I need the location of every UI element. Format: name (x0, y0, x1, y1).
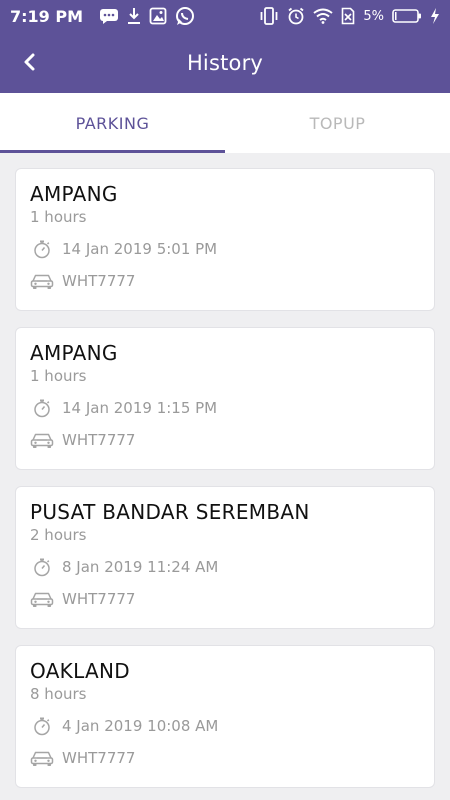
status-bar: 7:19 PM 5% (0, 0, 450, 32)
parking-duration: 8 hours (30, 685, 87, 703)
vehicle-plate: WHT7777 (62, 431, 136, 449)
car-icon (30, 748, 54, 768)
vibrate-icon (259, 7, 279, 25)
datetime-row: 14 Jan 2019 1:15 PM (30, 398, 420, 418)
history-card[interactable]: OAKLAND 8 hours 4 Jan 2019 10:08 AM WHT7… (15, 645, 435, 788)
plate-row: WHT7777 (30, 589, 420, 609)
plate-row: WHT7777 (30, 748, 420, 768)
page-title: History (186, 50, 264, 75)
vehicle-plate: WHT7777 (62, 590, 136, 608)
history-list[interactable]: AMPANG 1 hours 14 Jan 2019 5:01 PM WHT77… (0, 153, 450, 800)
parking-datetime: 14 Jan 2019 5:01 PM (62, 240, 218, 258)
datetime-row: 14 Jan 2019 5:01 PM (30, 239, 420, 259)
location-name: AMPANG (30, 182, 118, 206)
parking-datetime: 14 Jan 2019 1:15 PM (62, 399, 218, 417)
vehicle-plate: WHT7777 (62, 272, 136, 290)
whatsapp-icon (175, 6, 195, 26)
tab-topup-label: TOPUP (309, 113, 366, 133)
download-icon (127, 7, 141, 25)
stopwatch-icon (30, 398, 54, 418)
datetime-row: 8 Jan 2019 11:24 AM (30, 557, 420, 577)
charging-icon (430, 8, 440, 24)
car-icon (30, 271, 54, 291)
status-right: 5% (259, 7, 440, 25)
parking-duration: 1 hours (30, 367, 87, 385)
plate-row: WHT7777 (30, 271, 420, 291)
parking-duration: 2 hours (30, 526, 87, 544)
car-icon (30, 589, 54, 609)
stopwatch-icon (30, 557, 54, 577)
app-bar: History (0, 32, 450, 93)
tab-topup[interactable]: TOPUP (225, 93, 450, 153)
location-name: OAKLAND (30, 659, 130, 683)
parking-duration: 1 hours (30, 208, 87, 226)
sim-off-icon (341, 7, 355, 25)
car-icon (30, 430, 54, 450)
battery-icon (392, 8, 422, 24)
status-left: 7:19 PM (10, 6, 195, 26)
tab-parking[interactable]: PARKING (0, 93, 225, 153)
image-icon (149, 7, 167, 25)
stopwatch-icon (30, 716, 54, 736)
plate-row: WHT7777 (30, 430, 420, 450)
message-icon (99, 8, 119, 24)
parking-datetime: 4 Jan 2019 10:08 AM (62, 717, 219, 735)
location-name: AMPANG (30, 341, 118, 365)
alarm-icon (287, 7, 305, 25)
status-time: 7:19 PM (10, 6, 84, 26)
history-card[interactable]: AMPANG 1 hours 14 Jan 2019 5:01 PM WHT77… (15, 168, 435, 311)
datetime-row: 4 Jan 2019 10:08 AM (30, 716, 420, 736)
back-arrow-icon (24, 53, 35, 71)
location-name: PUSAT BANDAR SEREMBAN (30, 500, 310, 524)
history-card[interactable]: PUSAT BANDAR SEREMBAN 2 hours 8 Jan 2019… (15, 486, 435, 629)
stopwatch-icon (30, 239, 54, 259)
vehicle-plate: WHT7777 (62, 749, 136, 767)
history-card[interactable]: AMPANG 1 hours 14 Jan 2019 1:15 PM WHT77… (15, 327, 435, 470)
back-button[interactable] (10, 42, 50, 82)
parking-datetime: 8 Jan 2019 11:24 AM (62, 558, 219, 576)
tab-parking-label: PARKING (75, 113, 150, 133)
tab-bar: PARKING TOPUP (0, 93, 450, 153)
wifi-icon (313, 8, 333, 24)
battery-percent: 5% (363, 8, 384, 24)
